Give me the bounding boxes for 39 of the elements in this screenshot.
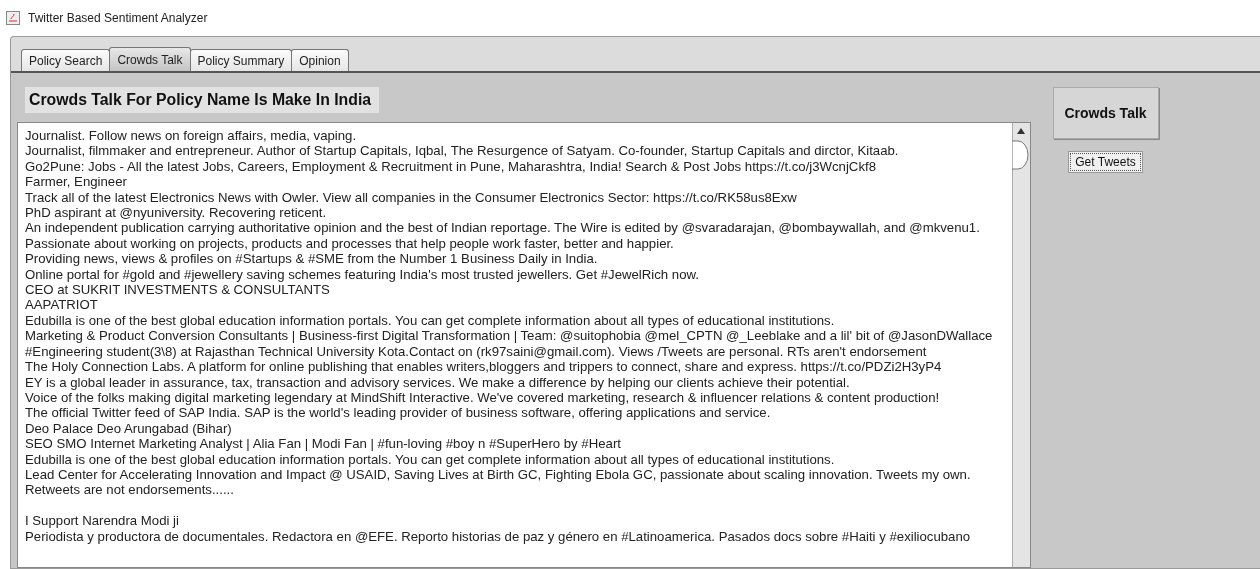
bio-line: Online portal for #gold and #jewellery saving schemes featuring India's most trusted jewellers. Get #JewelRich now.: [25, 266, 700, 283]
bio-line: CEO at SUKRIT INVESTMENTS & CONSULTANTS: [25, 282, 331, 298]
scroll-thumb[interactable]: [1012, 140, 1029, 170]
bio-line: I Support Narendra Modi ji: [25, 513, 180, 529]
bio-line: Providing news, views & profiles on #Startups & #SME from the Number 1 Business Daily in India.: [25, 251, 599, 267]
bio-line: Go2Pune: Jobs - All the latest Jobs, Careers, Employment & Recruitment in Pune, Maharashtra, India! Search & Post Jobs https://t.co/j3WcnjCkf8: [25, 158, 877, 175]
bio-line: Edubilla is one of the best global education information portals. You can get complete information about all types of educational institutions.: [25, 312, 836, 329]
text-area[interactable]: [17, 122, 1031, 568]
bio-line: Edubilla is one of the best global education information portals. You can get complete information about all types of educational institutions.: [25, 451, 836, 467]
bio-line: Voice of the folks making digital marketing legendary at MindShift Interactive. We've covered marketing, research & influencer relations & content production!: [25, 389, 941, 406]
bio-line: EY is a global leader in assurance, tax, transaction and advisory services. We make a difference by helping our clients achieve their potential.: [25, 374, 851, 390]
scrollbar[interactable]: [1012, 123, 1030, 567]
bio-line: #Engineering student(3\8) at Rajasthan Technical University Kota.Contact on (rk97saini@gmail.com). Views /Tweets are personal. RTs aren't endorsement: [25, 343, 928, 360]
scroll-up-icon[interactable]: [1017, 128, 1025, 134]
bio-line: The Holy Connection Labs. A platform for online publishing that enables writers,bloggers and trippers to connect, share and express. https://t.co/PDZi2H3yP4: [25, 359, 943, 375]
app-icon: [6, 11, 20, 25]
bio-line: Retweets are not endorsements......: [25, 482, 235, 498]
crowds-talk-button[interactable]: Crowds Talk: [1052, 87, 1159, 139]
tab[interactable]: Crowds Talk: [109, 47, 191, 71]
bio-line: The official Twitter feed of SAP India. SAP is the world's leading provider of business software, offering applications and service.: [25, 405, 772, 421]
bio-line: PhD aspirant at @nyuniversity. Recovering reticent.: [25, 205, 328, 221]
bio-line: Marketing & Product Conversion Consultants | Business-first Digital Transformation | Team: @suitophobia @mel_CPTN @_Leeblake and a lil' bit of @JasonDWallace: [25, 328, 994, 344]
bio-line: Passionate about working on projects, products and processes that help people work faster, better and happier.: [25, 235, 675, 252]
bio-line: Lead Center for Accelerating Innovation and Impact @ USAID, Saving Lives at Birth GC, Fighting Ebola GC, passionate about scaling innovation. Tweets my own.: [25, 466, 972, 483]
bio-line: An independent publication carrying authoritative opinion and the best of Indian reportage. The Wire is edited by @svaradarajan, @bombaywallah, and @mkvenu1.: [25, 220, 981, 236]
get-tweets-button[interactable]: Get Tweets: [1068, 151, 1143, 173]
tab[interactable]: Opinion: [291, 49, 349, 71]
window-title: Twitter Based Sentiment Analyzer: [28, 11, 208, 25]
bio-line: Farmer, Engineer: [25, 174, 128, 190]
bio-line: Journalist. Follow news on foreign affairs, media, vaping.: [25, 128, 358, 144]
tab[interactable]: Policy Summary: [189, 49, 293, 71]
bio-line: SEO SMO Internet Marketing Analyst | Alia Fan | Modi Fan | #fun-loving #boy n #SuperHero by #Heart: [25, 436, 622, 452]
bio-line: Track all of the latest Electronics News with Owler. View all companies in the Consumer Electronics Sector: https://t.co/RK58us8Exw: [25, 189, 798, 206]
bio-line: Deo Palace Deo Arungabad (Bihar): [25, 420, 233, 437]
bio-line: Periodista y productora de documentales. Redactora en @EFE. Reporto historias de paz y género en #Latinoamerica. Pasados docs sobre #Haiti y #exiliocubano: [25, 528, 972, 544]
tab[interactable]: Policy Search: [21, 49, 111, 71]
bio-line: AAPATRIOT: [25, 297, 99, 313]
bio-line: Journalist, filmmaker and entrepreneur. Author of Startup Capitals, Iqbal, The Resurgence of Satyam. Co-founder, Startup Capitals and dirctor, Kitaab.: [25, 143, 900, 159]
panel-heading: Crowds Talk For Policy Name Is Make In India: [25, 87, 380, 113]
